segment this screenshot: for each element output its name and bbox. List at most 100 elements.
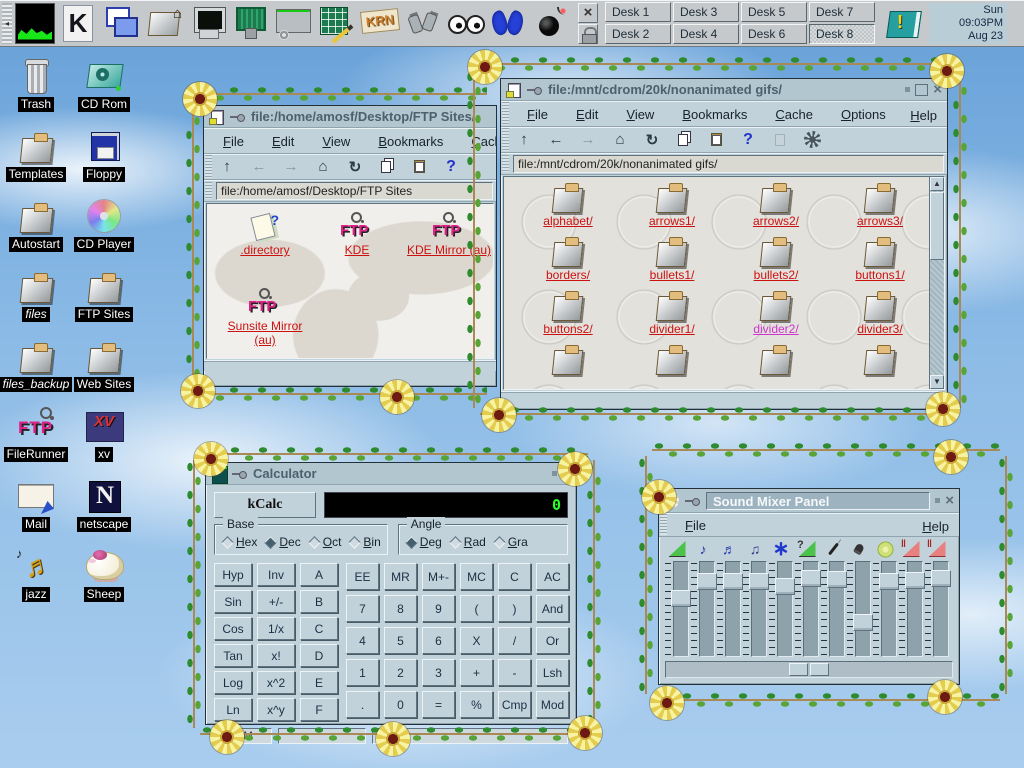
slider-track[interactable]: [673, 561, 689, 657]
calc-key[interactable]: D: [300, 644, 338, 667]
calc-key[interactable]: -: [498, 659, 531, 686]
close-button[interactable]: ×: [562, 468, 571, 480]
slider-handle[interactable]: [853, 614, 873, 631]
desktop-icon[interactable]: Templates: [2, 126, 70, 196]
desktop-icon[interactable]: files_backup: [2, 336, 70, 406]
file-item-label[interactable]: .directory: [240, 243, 289, 257]
panel-launcher-icon[interactable]: [273, 3, 313, 44]
calc-key[interactable]: x^y: [257, 698, 295, 721]
calc-key[interactable]: Log: [214, 671, 252, 694]
desktop-icon-glyph[interactable]: [16, 336, 56, 376]
calc-key[interactable]: +/-: [257, 590, 295, 613]
channel-icon[interactable]: [768, 539, 794, 559]
calc-key[interactable]: MR: [384, 563, 417, 590]
folder-item[interactable]: bullets2/: [724, 237, 828, 291]
desktop-icon-glyph[interactable]: [84, 126, 124, 166]
menu-item[interactable]: File: [209, 130, 258, 152]
volume-slider[interactable]: [794, 559, 820, 659]
calc-key[interactable]: Inv: [257, 563, 295, 586]
desktop-icon[interactable]: FTP Sites: [70, 266, 138, 336]
file-item-label[interactable]: KDE Mirror (au): [407, 243, 491, 257]
panel-launcher-icon[interactable]: [58, 3, 98, 44]
angle-radio[interactable]: Rad: [451, 535, 486, 549]
calc-key[interactable]: +: [460, 659, 493, 686]
folder-item[interactable]: buttons1/: [828, 237, 932, 291]
calc-titlebar[interactable]: Calculator ×: [206, 463, 576, 485]
menu-item[interactable]: Bookmarks: [668, 103, 761, 125]
toolbar-button[interactable]: [513, 130, 535, 150]
calc-key[interactable]: Cos: [214, 617, 252, 640]
toolbar-grip[interactable]: [502, 155, 509, 172]
calc-key[interactable]: 1: [346, 659, 379, 686]
folder-icon[interactable]: [758, 237, 794, 267]
close-button[interactable]: ×: [945, 495, 954, 507]
toolbar-button[interactable]: [248, 157, 270, 177]
radio-diamond-icon[interactable]: [264, 536, 277, 549]
toolbar-button[interactable]: [280, 157, 302, 177]
slider-handle[interactable]: [723, 573, 743, 590]
scrollbar-thumb[interactable]: [930, 192, 944, 260]
folder-icon[interactable]: [862, 237, 898, 267]
toolbar-grip[interactable]: [502, 102, 509, 125]
maximize-button[interactable]: [915, 84, 928, 96]
folder-icon[interactable]: [654, 237, 690, 267]
menu-item[interactable]: Bookmarks: [364, 130, 457, 152]
channel-icon[interactable]: [690, 539, 716, 559]
location-input[interactable]: [216, 182, 493, 200]
slider-track[interactable]: [777, 561, 793, 657]
folder-item[interactable]: divider3/: [828, 291, 932, 345]
file-item-label[interactable]: Sunsite Mirror (au): [219, 319, 311, 347]
calc-key[interactable]: 0: [384, 691, 417, 718]
base-radio[interactable]: Hex: [223, 535, 257, 549]
panel-launcher-icon[interactable]: [359, 3, 399, 44]
folder-label[interactable]: arrows1/: [649, 214, 695, 228]
folder-icon[interactable]: [550, 291, 586, 321]
desk-button[interactable]: Desk 8: [809, 24, 875, 44]
folder-label[interactable]: arrows3/: [857, 214, 903, 228]
folder-item[interactable]: divider1/: [620, 291, 724, 345]
panel-launcher-icon[interactable]: [101, 3, 141, 44]
toolbar-button[interactable]: [408, 157, 430, 177]
channel-icon[interactable]: [664, 539, 690, 559]
calc-key[interactable]: 5: [384, 627, 417, 654]
desk-button[interactable]: Desk 1: [605, 2, 671, 22]
calc-key[interactable]: M+-: [422, 563, 455, 590]
panel-launcher-icon[interactable]: [445, 3, 485, 44]
calc-key[interactable]: EE: [346, 563, 379, 590]
desktop-icon[interactable]: Floppy: [70, 126, 138, 196]
toolbar-grip[interactable]: [660, 514, 667, 535]
calc-key[interactable]: Cmp: [498, 691, 531, 718]
toolbar-button[interactable]: [673, 130, 695, 150]
toolbar-grip[interactable]: [205, 155, 212, 178]
kcalc-button[interactable]: kCalc: [214, 492, 316, 518]
toolbar-button[interactable]: [376, 157, 398, 177]
slider-handle[interactable]: [827, 571, 847, 588]
desktop-icon-glyph[interactable]: [84, 336, 124, 376]
calc-key[interactable]: 7: [346, 595, 379, 622]
calc-key[interactable]: C: [498, 563, 531, 590]
folder-label[interactable]: borders/: [546, 268, 590, 282]
desktop-icon[interactable]: xv: [70, 406, 138, 476]
slider-handle[interactable]: [697, 573, 717, 590]
folder-item[interactable]: alphabet/: [516, 183, 620, 237]
pushpin-icon[interactable]: [527, 85, 543, 95]
toolbar-button[interactable]: [344, 157, 366, 177]
vertical-scrollbar[interactable]: ▲ ▼: [929, 177, 944, 389]
calc-key[interactable]: 8: [384, 595, 417, 622]
folder-item-partial[interactable]: [724, 345, 828, 390]
toolbar-button[interactable]: [769, 130, 791, 150]
folder-label[interactable]: buttons2/: [543, 322, 592, 336]
toolbar-button[interactable]: [312, 157, 334, 177]
desktop-icon-glyph[interactable]: [16, 266, 56, 306]
file-item[interactable]: .directory: [219, 212, 311, 288]
desktop-icon-glyph[interactable]: [16, 126, 56, 166]
folder-item-partial[interactable]: [620, 345, 724, 390]
slider-track[interactable]: [881, 561, 897, 657]
folder-icon[interactable]: [862, 291, 898, 321]
calc-key[interactable]: 6: [422, 627, 455, 654]
slider-handle[interactable]: [671, 590, 691, 607]
calc-key[interactable]: 1/x: [257, 617, 295, 640]
menu-item[interactable]: Cache: [457, 130, 496, 152]
calc-key[interactable]: x^2: [257, 671, 295, 694]
slider-handle[interactable]: [931, 570, 951, 587]
